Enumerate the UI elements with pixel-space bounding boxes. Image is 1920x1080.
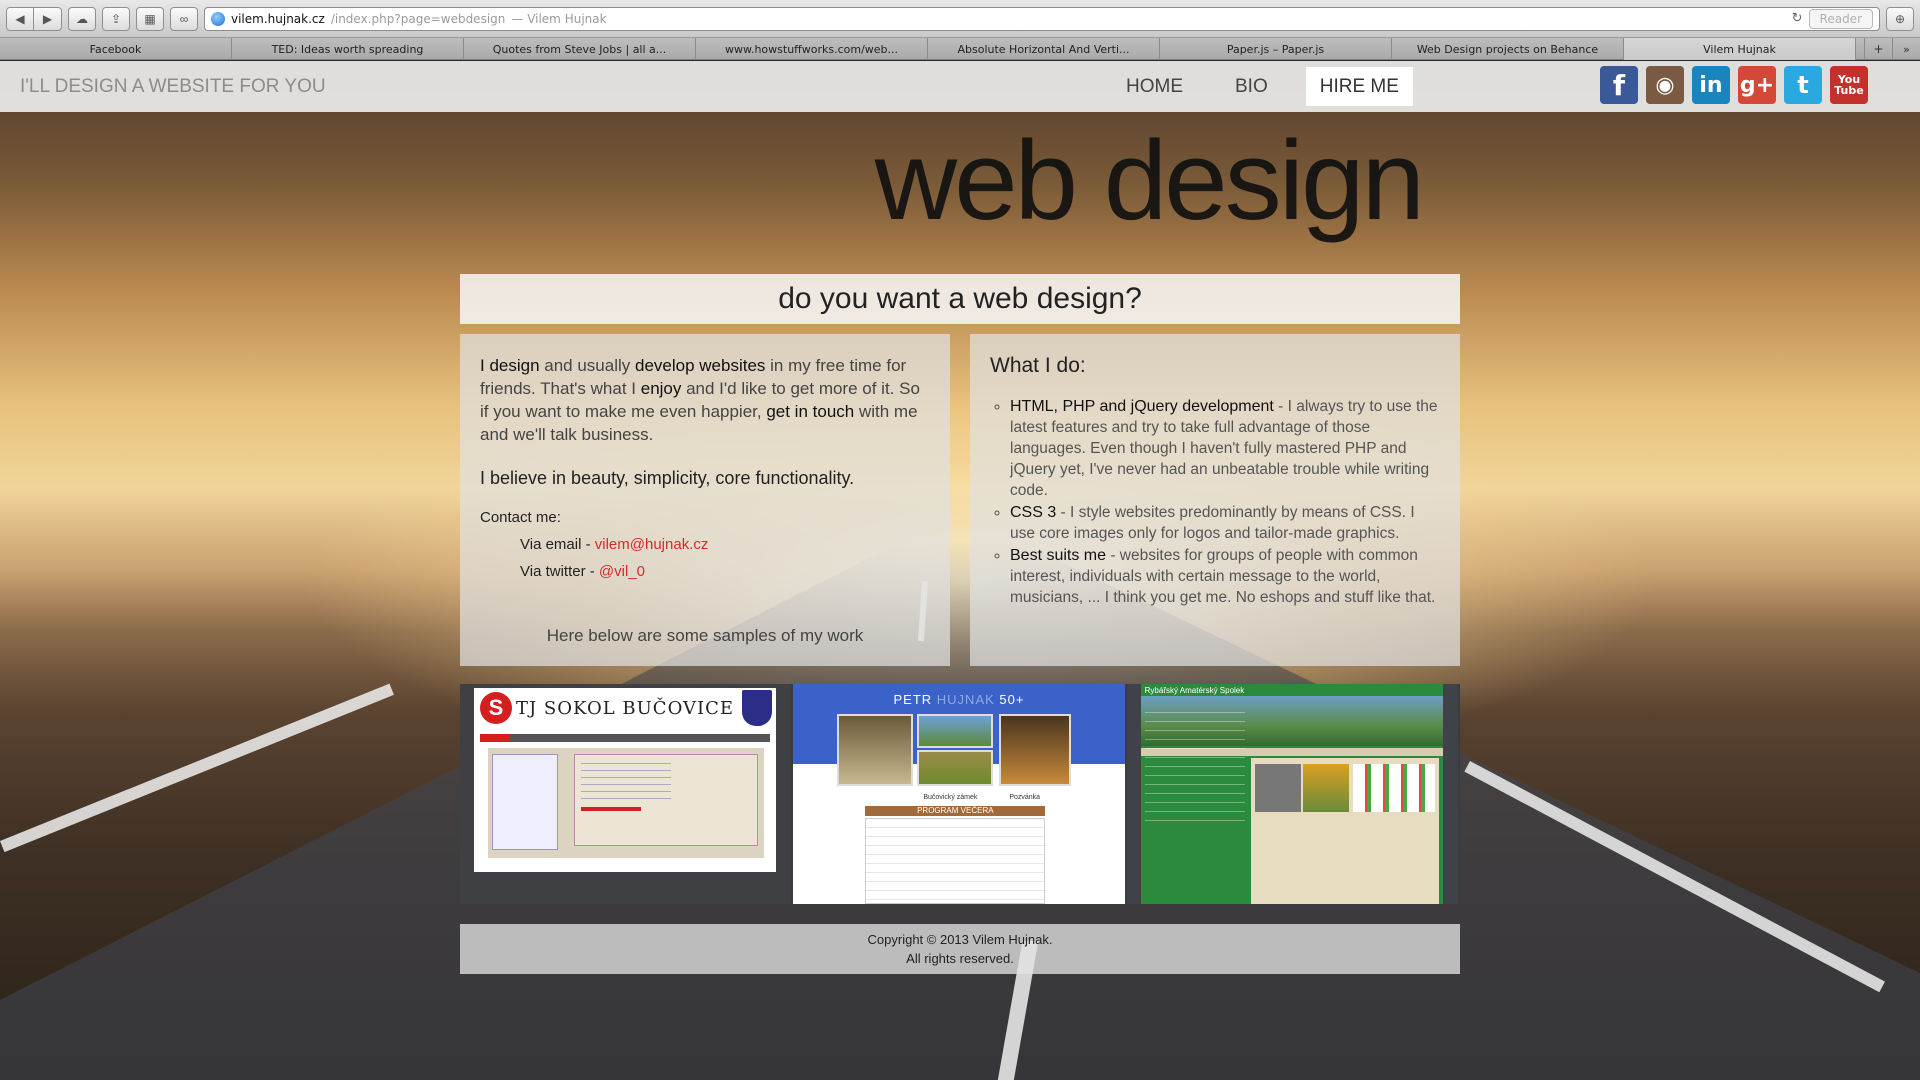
google-plus-icon[interactable]: g+ [1738,66,1776,104]
share-button[interactable]: ⇪ [102,6,130,31]
youtube-icon-bottom: Tube [1834,84,1864,97]
sample-rybarsky-spolek[interactable]: Rybářský Amatérský Spolek [1126,684,1460,904]
site-navbar: I'LL DESIGN A WEBSITE FOR YOU HOME BIO H… [0,61,1920,112]
nav-hire-me[interactable]: HIRE ME [1305,67,1413,106]
sample-sokol-bucovice[interactable]: S TJ SOKOL BUČOVICE [460,684,794,904]
reader-button[interactable]: Reader [1808,8,1873,29]
url-path: /index.php?page=webdesign [330,11,506,26]
history-buttons: ◀ ▶ [6,6,62,31]
email-link[interactable]: vilem@hujnak.cz [595,536,709,553]
back-button[interactable]: ◀ [6,6,34,31]
url-page-title: — Vilem Hujnak [511,11,607,26]
what-i-do-panel: What I do: HTML, PHP and jQuery developm… [970,334,1460,666]
grid-icon: ▦ [144,11,156,26]
sample-petr-hujnak[interactable]: PETR HUJNAK 50+ Bučovický zámek Pozvánka… [793,684,1127,904]
contact-heading: Contact me: [480,509,561,526]
twitter-link[interactable]: @vil_0 [599,563,645,580]
browser-toolbar: ◀ ▶ ☁ ⇪ ▦ ∞ vilem.hujnak.cz/index.php?pa… [0,0,1920,38]
intro-paragraph: I design and usually develop websites in… [480,356,920,444]
nav-home[interactable]: HOME [1112,67,1197,106]
tab-overflow-button[interactable]: » [1892,38,1920,60]
sample-title: Rybářský Amatérský Spolek [1144,686,1245,695]
downloads-button[interactable]: ⊕ [1886,6,1914,31]
icloud-tabs-button[interactable]: ☁ [68,6,96,31]
sample-photo [837,714,914,786]
sokol-logo-icon: S [480,692,512,724]
intro-panel: I design and usually develop websites in… [460,334,950,666]
sample-title: TJ SOKOL BUČOVICE [515,697,735,719]
intro-i-design: I design [480,356,540,375]
facebook-icon[interactable]: f [1600,66,1638,104]
list-item: Best suits me - websites for groups of p… [1010,545,1440,608]
page-viewport: I'LL DESIGN A WEBSITE FOR YOU HOME BIO H… [0,61,1920,1080]
contact-email-row: Via email - vilem@hujnak.cz [520,536,709,553]
top-sites-button[interactable]: ▦ [136,6,164,31]
sample-title: PETR HUJNAK 50+ [893,692,1025,707]
site-favicon-icon [211,11,225,26]
sample-body [488,748,764,858]
reload-icon[interactable]: ↻ [1792,11,1803,26]
crest-icon [742,690,772,726]
samples-note: Here below are some samples of my work [546,626,864,645]
tab-absolute-centering[interactable]: Absolute Horizontal And Verti... [928,38,1160,60]
sample-photo [999,714,1072,786]
twitter-icon[interactable]: t [1784,66,1822,104]
tab-paperjs[interactable]: Paper.js – Paper.js [1160,38,1392,60]
what-i-do-list: HTML, PHP and jQuery development - I alw… [990,396,1440,608]
copyright-text: Copyright © 2013 Vilem Hujnak. [867,932,1053,947]
sample-table [865,818,1046,904]
tab-ted[interactable]: TED: Ideas worth spreading [232,38,464,60]
tab-behance[interactable]: Web Design projects on Behance [1392,38,1624,60]
url-domain: vilem.hujnak.cz [231,11,325,26]
instagram-icon[interactable]: ◉ [1646,66,1684,104]
social-links: f ◉ in g+ t You Tube [1600,66,1868,104]
site-brand[interactable]: I'LL DESIGN A WEBSITE FOR YOU [20,61,326,112]
sample-program-heading: PROGRAM VEČERA [865,806,1046,816]
sample-menu [480,734,770,742]
belief-statement: I believe in beauty, simplicity, core fu… [480,468,855,488]
plus-icon: + [1873,42,1884,56]
list-item: CSS 3 - I style websites predominantly b… [1010,502,1440,544]
intro-enjoy: enjoy [640,379,682,398]
intro-develop-websites: develop websites [635,356,766,375]
list-item: HTML, PHP and jQuery development - I alw… [1010,396,1440,501]
tab-facebook[interactable]: Facebook [0,38,232,60]
sample-photo [917,750,994,786]
rights-text: All rights reserved. [906,951,1014,966]
sample-caption: Bučovický zámek [923,794,978,801]
sample-photo [917,714,994,748]
tab-steve-jobs-quotes[interactable]: Quotes from Steve Jobs | all a... [464,38,696,60]
page-title: web design [874,118,1425,243]
what-i-do-title: What I do: [990,354,1086,377]
chevron-double-icon: » [1903,42,1910,56]
sample-screenshot: S TJ SOKOL BUČOVICE [474,688,776,872]
reading-list-button[interactable]: ∞ [170,6,198,31]
share-icon: ⇪ [110,11,122,26]
sample-screenshot: Rybářský Amatérský Spolek [1140,684,1443,904]
download-icon: ⊕ [1894,11,1906,26]
sample-caption: Pozvánka [1009,794,1041,801]
cloud-icon: ☁ [76,11,88,26]
nav-bio[interactable]: BIO [1221,67,1282,106]
forward-button[interactable]: ▶ [34,6,62,31]
tab-vilem-hujnak[interactable]: Vilem Hujnak [1624,38,1856,60]
nav-links: HOME BIO HIRE ME [1112,61,1437,112]
new-tab-button[interactable]: + [1864,38,1892,60]
hero-question: do you want a web design? [460,274,1460,324]
work-samples: S TJ SOKOL BUČOVICE PETR HUJNAK 50+ Bučo… [460,684,1460,904]
tab-bar: Facebook TED: Ideas worth spreading Quot… [0,38,1920,60]
glasses-icon: ∞ [179,11,189,26]
site-footer: Copyright © 2013 Vilem Hujnak. All right… [460,924,1460,974]
road-edge-line [0,683,394,853]
contact-twitter-row: Via twitter - @vil_0 [520,563,645,580]
youtube-icon[interactable]: You Tube [1830,66,1868,104]
linkedin-icon[interactable]: in [1692,66,1730,104]
tab-howstuffworks[interactable]: www.howstuffworks.com/web... [696,38,928,60]
intro-get-in-touch: get in touch [766,402,855,421]
address-bar[interactable]: vilem.hujnak.cz/index.php?page=webdesign… [204,6,1880,31]
